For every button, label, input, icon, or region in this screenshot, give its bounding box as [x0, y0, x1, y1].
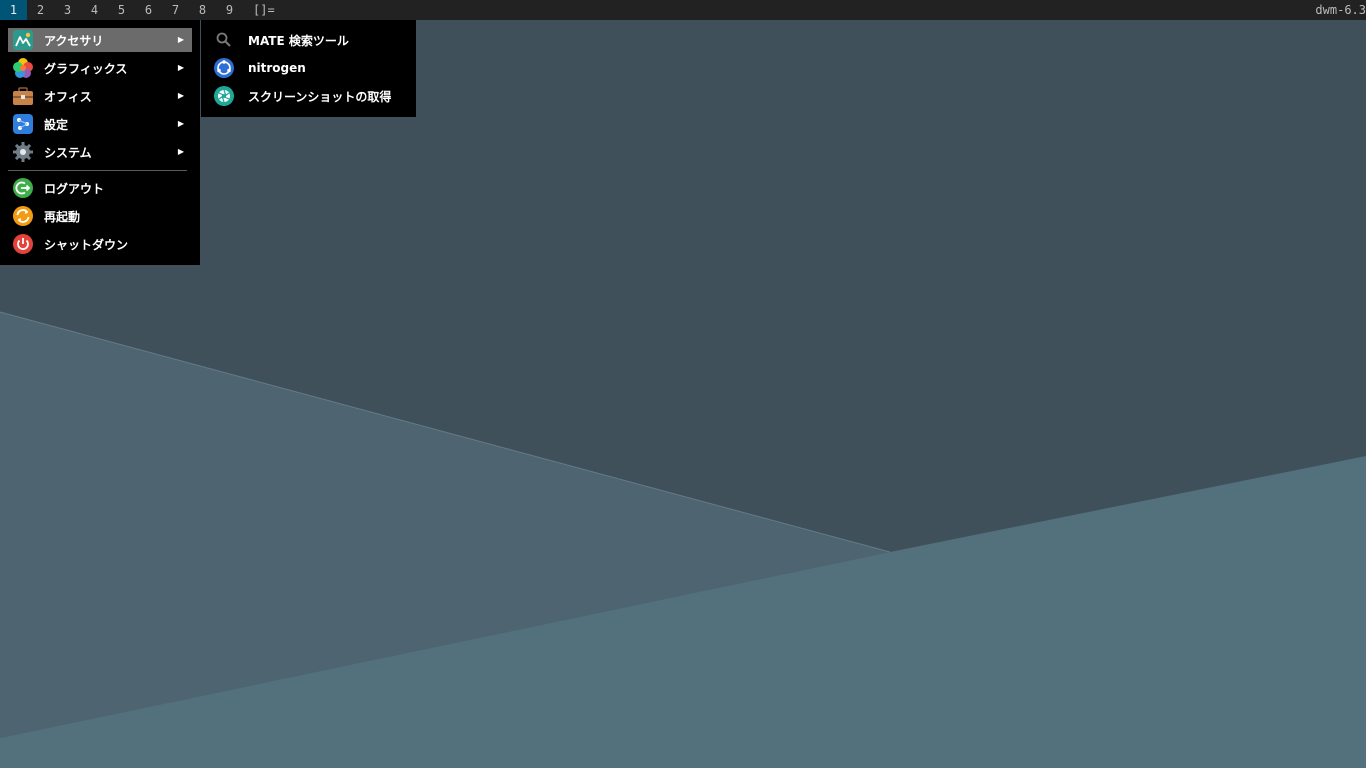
menu-item-label: グラフィックス: [44, 61, 128, 76]
tag-6[interactable]: 6: [135, 0, 162, 20]
menu-item-accessories[interactable]: アクセサリ ▶: [8, 28, 192, 52]
menu-item-logout[interactable]: ログアウト: [8, 176, 192, 200]
submenu-item-label: スクリーンショットの取得: [248, 89, 392, 104]
menu-item-system[interactable]: システム ▶: [8, 140, 192, 164]
menu-item-shutdown[interactable]: シャットダウン: [8, 232, 192, 256]
menu-item-label: シャットダウン: [44, 237, 129, 252]
submenu-arrow-icon: ▶: [177, 91, 184, 100]
menu-separator: [8, 170, 187, 171]
status-bar: 1 2 3 4 5 6 7 8 9 []= dwm-6.3: [0, 0, 1366, 20]
tag-5[interactable]: 5: [108, 0, 135, 20]
shutdown-icon: [11, 232, 35, 256]
tag-8[interactable]: 8: [189, 0, 216, 20]
settings-icon: [11, 112, 35, 136]
tag-4[interactable]: 4: [81, 0, 108, 20]
status-text: dwm-6.3: [1315, 3, 1366, 17]
menu-item-label: ログアウト: [44, 181, 105, 196]
layout-symbol[interactable]: []=: [253, 0, 275, 20]
submenu-arrow-icon: ▶: [177, 63, 184, 72]
menu-item-label: オフィス: [44, 89, 92, 104]
submenu-item-label: MATE 検索ツール: [248, 33, 349, 48]
accessories-submenu: MATE 検索ツール nitrogen スクリーンショットの取得: [201, 20, 416, 117]
submenu-item-screenshot[interactable]: スクリーンショットの取得: [209, 84, 409, 108]
main-menu: アクセサリ ▶ グラフィックス ▶ オフィス ▶ 設定 ▶ システム ▶ ログア…: [0, 20, 200, 265]
search-icon: [212, 28, 236, 52]
tag-1[interactable]: 1: [0, 0, 27, 20]
graphics-icon: [11, 56, 35, 80]
tag-3[interactable]: 3: [54, 0, 81, 20]
system-gear-icon: [11, 140, 35, 164]
menu-item-label: 設定: [44, 117, 69, 132]
reboot-icon: [11, 204, 35, 228]
screenshot-aperture-icon: [212, 84, 236, 108]
menu-item-label: システム: [44, 145, 92, 160]
menu-item-reboot[interactable]: 再起動: [8, 204, 192, 228]
logout-icon: [11, 176, 35, 200]
menu-item-graphics[interactable]: グラフィックス ▶: [8, 56, 192, 80]
desktop[interactable]: 1 2 3 4 5 6 7 8 9 []= dwm-6.3 アクセサリ ▶ グラ…: [0, 0, 1366, 768]
nitrogen-icon: [212, 56, 236, 80]
menu-item-label: アクセサリ: [44, 33, 104, 48]
accessories-icon: [11, 28, 35, 52]
office-icon: [11, 84, 35, 108]
submenu-arrow-icon: ▶: [177, 35, 184, 44]
tag-7[interactable]: 7: [162, 0, 189, 20]
submenu-item-nitrogen[interactable]: nitrogen: [209, 56, 409, 80]
menu-item-office[interactable]: オフィス ▶: [8, 84, 192, 108]
tag-2[interactable]: 2: [27, 0, 54, 20]
submenu-item-label: nitrogen: [248, 61, 306, 75]
tag-9[interactable]: 9: [216, 0, 243, 20]
submenu-arrow-icon: ▶: [177, 147, 184, 156]
menu-item-settings[interactable]: 設定 ▶: [8, 112, 192, 136]
menu-item-label: 再起動: [44, 209, 81, 224]
submenu-item-mate-search-tool[interactable]: MATE 検索ツール: [209, 28, 409, 52]
submenu-arrow-icon: ▶: [177, 119, 184, 128]
